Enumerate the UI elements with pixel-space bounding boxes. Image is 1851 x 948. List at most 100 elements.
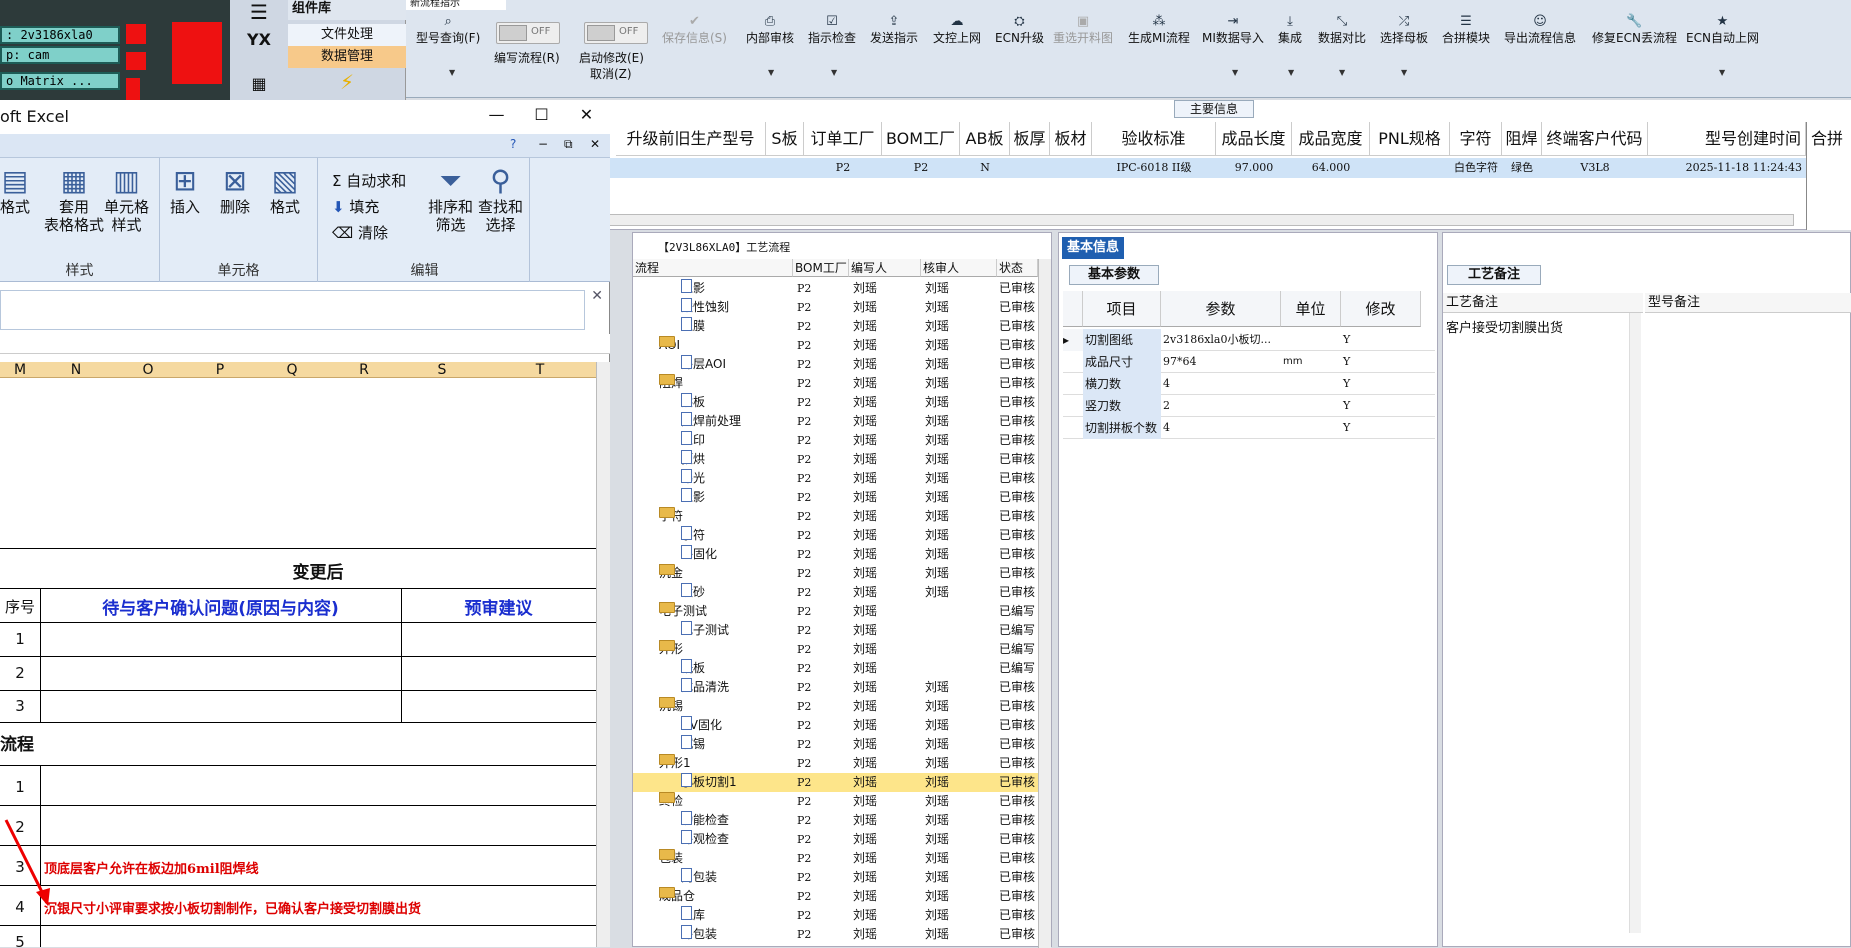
mi-data-import-button[interactable]: ⇥ MI数据导入 (1202, 14, 1264, 46)
col-reviewer[interactable]: 核审人 (921, 259, 997, 277)
model-created-time-value[interactable]: 2025-11-18 11:24:43 (1648, 158, 1806, 178)
tree-row[interactable]: −包装P2刘瑶刘瑶已审核 (633, 849, 1038, 868)
tree-row[interactable]: −字符P2刘瑶刘瑶已审核 (633, 507, 1038, 526)
tree-row[interactable]: UV固化 P2 刘瑶 刘瑶 已审核 (633, 716, 1038, 735)
tree-row[interactable]: 曝光 P2 刘瑶 刘瑶 已审核 (633, 469, 1038, 488)
insert-button[interactable]: ⊞ 插入 (170, 164, 200, 216)
tree-row[interactable]: −成品仓P2刘瑶刘瑶已审核 (633, 887, 1038, 906)
issue-header[interactable]: 待与客户确认问题(原因与内容) (40, 594, 401, 619)
tree-row[interactable]: −终检P2刘瑶刘瑶已审核 (633, 792, 1038, 811)
fill-button[interactable]: ⬇ 填充 (332, 196, 379, 217)
tree-row[interactable]: 字符 P2 刘瑶 刘瑶 已审核 (633, 526, 1038, 545)
worksheet[interactable]: 变更后 序号 待与客户确认问题(原因与内容) 预审建议 1 2 3 流程 1 2… (0, 378, 596, 947)
tree-row[interactable]: 入库 P2 刘瑶 刘瑶 已审核 (633, 906, 1038, 925)
ecn-auto-online-button[interactable]: ★ ECN自动上网 (1686, 14, 1759, 46)
param-row[interactable]: ▸ 切割图纸 2v3186xla0小板切... Y (1063, 329, 1435, 351)
param-value-cell[interactable]: 4 (1161, 373, 1281, 395)
restore-icon[interactable]: ⧉ (564, 137, 573, 152)
menu-file-processing[interactable]: 文件处理 (288, 24, 406, 46)
process-note-text[interactable]: 客户接受切割膜出货 (1446, 317, 1563, 336)
generate-mi-flow-button[interactable]: ⁂ 生成MI流程 (1128, 14, 1190, 46)
param-modify-cell[interactable]: Y (1341, 417, 1421, 439)
minimize-icon[interactable]: − (538, 137, 548, 151)
tree-row[interactable]: 电子测试 P2 刘瑶 已编写 (633, 621, 1038, 640)
col-letter[interactable]: Q (256, 362, 328, 378)
param-row[interactable]: 切割拼板个数 4 Y (1063, 417, 1435, 439)
maximize-icon[interactable]: ☐ (519, 100, 564, 130)
col-param[interactable]: 参数 (1161, 291, 1281, 327)
col-bom-factory[interactable]: BOM工厂 (793, 259, 849, 277)
finished-length-value[interactable]: 97.000 (1216, 158, 1292, 178)
col-header[interactable]: AB板 (960, 122, 1010, 156)
note-scrollbar[interactable] (1629, 313, 1641, 933)
instruction-check-button[interactable]: ☑ 指示检查 (808, 14, 856, 46)
vertical-scrollbar[interactable] (596, 362, 610, 947)
tree-row[interactable]: 沉锡 P2 刘瑶 刘瑶 已审核 (633, 735, 1038, 754)
param-value-cell[interactable]: 2v3186xla0小板切... (1161, 329, 1281, 351)
tree-row[interactable]: 预烘 P2 刘瑶 刘瑶 已审核 (633, 450, 1038, 469)
search-model-button[interactable]: ⌕ 型号查询(F) (416, 14, 480, 46)
col-letter[interactable]: T (484, 362, 596, 378)
send-instruction-button[interactable]: ⇪ 发送指示 (870, 14, 918, 46)
col-header[interactable]: 板厚 (1010, 122, 1050, 156)
chevron-down-icon[interactable]: ▼ (1288, 68, 1294, 77)
name-bar[interactable] (0, 334, 610, 354)
chevron-down-icon[interactable]: ▼ (1719, 68, 1725, 77)
col-header[interactable]: 升级前旧生产型号 (616, 122, 766, 156)
tree-row[interactable]: 酸性蚀刻 P2 刘瑶 刘瑶 已审核 (633, 298, 1038, 317)
col-header[interactable]: PNL规格 (1370, 122, 1450, 156)
tab-basic-info[interactable]: 基本信息 (1062, 237, 1124, 259)
row-number[interactable]: 1 (0, 778, 40, 796)
table-format-button[interactable]: ▦ 套用 表格格式 (44, 164, 104, 234)
tree-row[interactable]: −AOIP2刘瑶刘瑶已审核 (633, 336, 1038, 355)
write-flow-toggle[interactable]: OFF (496, 22, 560, 44)
col-modify[interactable]: 修改 (1341, 291, 1421, 327)
tree-row[interactable]: −电子测试P2刘瑶已编写 (633, 602, 1038, 621)
col-unit[interactable]: 单位 (1281, 291, 1341, 327)
col-letter[interactable]: P (184, 362, 256, 378)
menu-icon[interactable]: ☰ (234, 0, 284, 24)
param-unit-cell[interactable]: mm (1281, 351, 1341, 373)
tree-row[interactable]: 成品清洗 P2 刘瑶 刘瑶 已审核 (633, 678, 1038, 697)
formula-bar[interactable] (0, 290, 585, 330)
chevron-down-icon[interactable]: ▼ (1401, 68, 1407, 77)
save-info-button[interactable]: ✔ 保存信息(S) (662, 14, 727, 46)
param-modify-cell[interactable]: Y (1341, 395, 1421, 417)
chevron-down-icon[interactable]: ▼ (1232, 68, 1238, 77)
change-after-heading[interactable]: 变更后 (40, 558, 596, 583)
col-item[interactable]: 项目 (1083, 291, 1161, 327)
tree-row[interactable]: 外包装 P2 刘瑶 刘瑶 已审核 (633, 925, 1038, 944)
col-header[interactable]: BOM工厂 (882, 122, 960, 156)
param-value-cell[interactable]: 4 (1161, 417, 1281, 439)
param-modify-cell[interactable]: Y (1341, 329, 1421, 351)
param-modify-cell[interactable]: Y (1341, 351, 1421, 373)
row-number[interactable]: 1 (0, 630, 40, 648)
tree-row[interactable]: 丝印 P2 刘瑶 刘瑶 已审核 (633, 431, 1038, 450)
tree-row[interactable]: 烘板 P2 刘瑶 刘瑶 已审核 (633, 393, 1038, 412)
param-row[interactable]: 横刀数 4 Y (1063, 373, 1435, 395)
start-edit-toggle[interactable]: OFF (584, 22, 648, 44)
col-header[interactable]: 型号创建时间 (1648, 122, 1806, 156)
tree-row[interactable]: −阻焊P2刘瑶刘瑶已审核 (633, 374, 1038, 393)
tree-row[interactable]: −沉锡P2刘瑶刘瑶已审核 (633, 697, 1038, 716)
integrate-button[interactable]: ⤓ 集成 (1278, 14, 1302, 46)
solder-mask-value[interactable]: 绿色 (1502, 158, 1542, 178)
repair-ecn-flow-button[interactable]: 🔧 修复ECN丢流程 (1592, 14, 1677, 46)
cell-style-button[interactable]: ▥ 单元格 样式 (104, 164, 149, 234)
param-value-cell[interactable]: 2 (1161, 395, 1281, 417)
acceptance-standard-value[interactable]: IPC-6018 II级 (1092, 158, 1216, 178)
clear-button[interactable]: ⌫ 清除 (332, 222, 388, 243)
reselect-cutting-chart-button[interactable]: ▣ 重选开料图 (1053, 14, 1113, 46)
tree-row[interactable]: 退膜 P2 刘瑶 刘瑶 已审核 (633, 317, 1038, 336)
tab-process-note[interactable]: 工艺备注 (1447, 265, 1541, 285)
ecn-upgrade-button[interactable]: ⛭ ECN升级 (995, 14, 1044, 46)
col-header[interactable]: 终端客户代码 (1542, 122, 1648, 156)
sort-filter-button[interactable]: ⏷ 排序和 筛选 (428, 164, 473, 234)
tree-row[interactable]: 显影 P2 刘瑶 刘瑶 已审核 (633, 488, 1038, 507)
select-mother-board-button[interactable]: ⤮ 选择母板 (1380, 14, 1428, 46)
issue-note-4[interactable]: 沉银尺寸小评审要求按小板切割制作，已确认客户接受切割膜出货 (44, 898, 594, 917)
format-button[interactable]: ▧ 格式 (270, 164, 300, 216)
export-flow-info-button[interactable]: ☺ 导出流程信息 (1504, 14, 1576, 46)
ab-board-value[interactable]: N (960, 158, 1010, 178)
cancel-edit-label[interactable]: 取消(Z) (590, 66, 632, 82)
